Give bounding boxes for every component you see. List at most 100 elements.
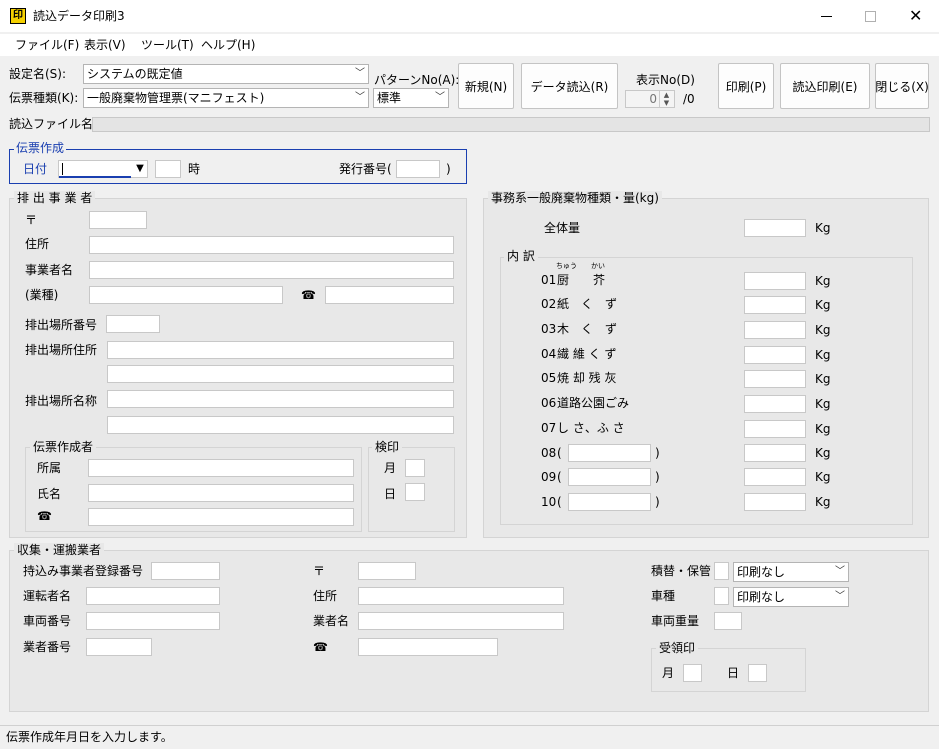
company-name-input[interactable] [358, 612, 564, 630]
item-amount-input[interactable] [744, 395, 806, 413]
site-name-input-2[interactable] [107, 416, 454, 434]
title-bar: 印 読込データ印刷3 ✕ [0, 0, 939, 32]
item-amount-input[interactable] [744, 493, 806, 511]
menu-file[interactable]: ファイル(F) [15, 37, 79, 53]
phone-icon: ☎ [313, 640, 328, 654]
creator-tel-input[interactable] [88, 508, 354, 526]
creator-title: 伝票作成者 [30, 440, 97, 454]
collector-postal-label: 〒 [313, 564, 326, 578]
emitter-address-input[interactable] [89, 236, 454, 254]
slip-type-value: 一般廃棄物管理票(マニフェスト) [87, 91, 265, 105]
site-no-label: 排出場所番号 [25, 318, 98, 332]
site-address-input-2[interactable] [107, 365, 454, 383]
dept-input[interactable] [88, 459, 354, 477]
stamp-day-input[interactable] [405, 483, 425, 501]
load-print-button[interactable]: 読込印刷(E) [780, 63, 870, 109]
total-label: 全体量 [544, 221, 581, 235]
vehicle-type-select[interactable]: 印刷なし ﹀ [733, 587, 849, 607]
custom-item-name-input[interactable] [568, 468, 651, 486]
person-input[interactable] [88, 484, 354, 502]
custom-item-name-input[interactable] [568, 493, 651, 511]
emitter-title: 排 出 事 業 者 [14, 191, 96, 205]
driver-input[interactable] [86, 587, 220, 605]
menu-view[interactable]: 表示(V) [84, 37, 126, 53]
date-dropdown-icon[interactable]: ▼ [133, 161, 147, 177]
item-amount-input[interactable] [744, 420, 806, 438]
custom-item-name-input[interactable] [568, 444, 651, 462]
industry-input[interactable] [89, 286, 283, 304]
collector-tel-input[interactable] [358, 638, 498, 656]
display-no-spinner[interactable]: 0 ▲ ▼ [625, 90, 675, 108]
transship-label: 積替・保管 [651, 564, 712, 578]
site-name-input-1[interactable] [107, 390, 454, 408]
hour-label: 時 [188, 162, 201, 176]
hour-input[interactable] [155, 160, 181, 178]
maximize-button[interactable] [849, 0, 893, 32]
transship-value: 印刷なし [737, 565, 786, 579]
company-no-label: 業者番号 [23, 640, 72, 654]
receipt-month-input[interactable] [683, 664, 702, 682]
date-input[interactable]: ▼ [58, 160, 148, 178]
setting-select[interactable]: システムの既定値 ﹀ [83, 64, 369, 84]
emitter-tel-input[interactable] [325, 286, 454, 304]
stamp-month-input[interactable] [405, 459, 425, 477]
item-unit: Kg [815, 446, 831, 460]
item-open: ( [557, 470, 562, 484]
vehicle-type-input[interactable] [714, 587, 729, 605]
site-no-input[interactable] [106, 315, 160, 333]
site-address-label: 排出場所住所 [25, 343, 98, 357]
pattern-select[interactable]: 標準 ﹀ [373, 88, 449, 108]
close-window-button[interactable]: ✕ [893, 0, 937, 32]
item-amount-input[interactable] [744, 272, 806, 290]
minimize-button[interactable] [805, 0, 849, 32]
pattern-value: 標準 [377, 91, 402, 105]
vehicle-no-input[interactable] [86, 612, 220, 630]
status-bar: 伝票作成年月日を入力します。 [0, 725, 939, 749]
item-unit: Kg [815, 422, 831, 436]
collector-postal-input[interactable] [358, 562, 416, 580]
company-no-input[interactable] [86, 638, 152, 656]
stamp-day-label: 日 [384, 487, 397, 501]
issue-no-input[interactable] [396, 160, 440, 178]
item-open: ( [557, 495, 562, 509]
total-input[interactable] [744, 219, 806, 237]
slip-type-select[interactable]: 一般廃棄物管理票(マニフェスト) ﹀ [83, 88, 369, 108]
item-amount-input[interactable] [744, 370, 806, 388]
item-amount-input[interactable] [744, 468, 806, 486]
menu-tools[interactable]: ツール(T) [141, 37, 194, 53]
waste-title: 事務系一般廃棄物種類・量(kg) [488, 191, 662, 205]
load-data-button[interactable]: データ読込(R) [521, 63, 618, 109]
item-close: ) [655, 495, 660, 509]
collector-address-input[interactable] [358, 587, 564, 605]
emitter-name-label: 事業者名 [25, 263, 74, 277]
receipt-day-input[interactable] [748, 664, 767, 682]
item-amount-input[interactable] [744, 444, 806, 462]
vehicle-weight-input[interactable] [714, 612, 742, 630]
slip-create-title: 伝票作成 [14, 140, 67, 156]
reg-no-label: 持込み事業者登録番号 [23, 564, 144, 578]
new-button[interactable]: 新規(N) [458, 63, 514, 109]
display-no-label: 表示No(D) [636, 73, 695, 87]
emitter-name-input[interactable] [89, 261, 454, 279]
reg-no-input[interactable] [151, 562, 220, 580]
item-amount-input[interactable] [744, 321, 806, 339]
transship-select[interactable]: 印刷なし ﹀ [733, 562, 849, 582]
chevron-down-icon: ﹀ [355, 68, 365, 79]
transship-input[interactable] [714, 562, 729, 580]
item-no: 08 [541, 446, 557, 460]
menu-help[interactable]: ヘルプ(H) [201, 37, 255, 53]
site-address-input-1[interactable] [107, 341, 454, 359]
item-unit: Kg [815, 495, 831, 509]
industry-label: (業種) [25, 288, 59, 302]
item-amount-input[interactable] [744, 346, 806, 364]
item-close: ) [655, 446, 660, 460]
emitter-postal-input[interactable] [89, 211, 147, 229]
close-button[interactable]: 閉じる(X) [875, 63, 929, 109]
item-name: 厨 芥 [557, 273, 606, 287]
receipt-day-label: 日 [727, 666, 740, 680]
item-name: 繊 維 く ず [557, 347, 617, 361]
item-amount-input[interactable] [744, 296, 806, 314]
print-button[interactable]: 印刷(P) [718, 63, 774, 109]
item-no: 07 [541, 421, 557, 435]
vehicle-type-label: 車種 [651, 589, 676, 603]
